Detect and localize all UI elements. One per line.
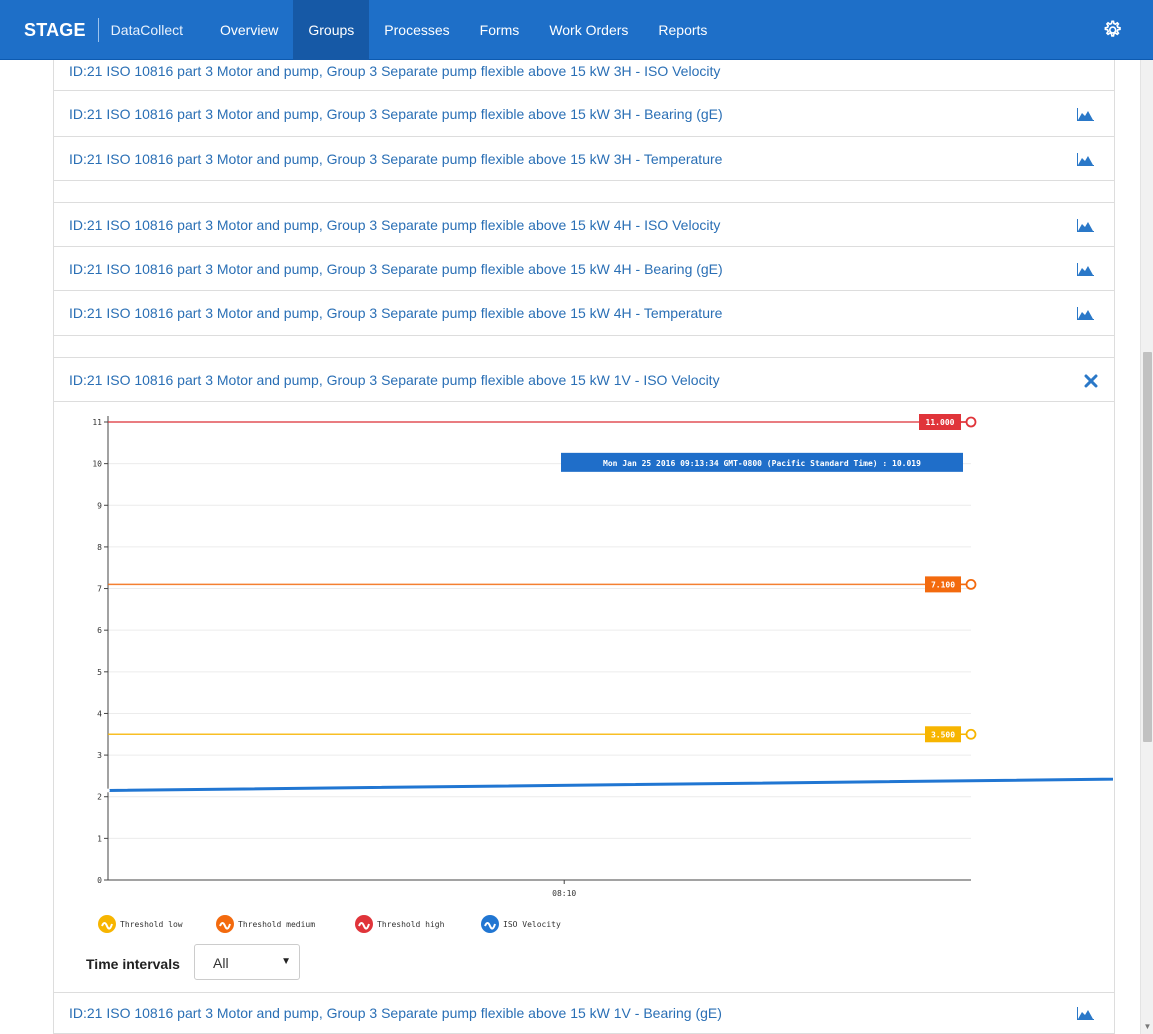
time-intervals-value: All: [213, 955, 229, 971]
list-item[interactable]: ID:21 ISO 10816 part 3 Motor and pump, G…: [54, 247, 1114, 291]
brand[interactable]: STAGE DataCollect: [24, 0, 183, 60]
y-tick-label: 8: [97, 543, 102, 552]
nav-overview[interactable]: Overview: [205, 0, 293, 60]
list-item[interactable]: ID:21 ISO 10816 part 3 Motor and pump, G…: [54, 202, 1114, 247]
list-item-label[interactable]: ID:21 ISO 10816 part 3 Motor and pump, G…: [69, 63, 720, 79]
area-chart-icon[interactable]: [1076, 219, 1094, 233]
time-intervals-label: Time intervals: [86, 956, 180, 972]
legend-label[interactable]: Threshold low: [120, 920, 183, 929]
data-point[interactable]: [106, 788, 110, 793]
scrollbar-thumb[interactable]: [1143, 352, 1152, 742]
y-tick-label: 2: [97, 793, 102, 802]
y-tick-label: 10: [92, 460, 102, 469]
list-item[interactable]: ID:21 ISO 10816 part 3 Motor and pump, G…: [54, 91, 1114, 137]
nav-forms[interactable]: Forms: [465, 0, 535, 60]
x-tick-label: 08:10: [552, 889, 576, 898]
y-tick-label: 5: [97, 668, 102, 677]
list-item[interactable]: ID:21 ISO 10816 part 3 Motor and pump, G…: [54, 137, 1114, 181]
y-tick-label: 4: [97, 709, 102, 718]
y-tick-label: 1: [97, 834, 102, 843]
list-item[interactable]: ID:21 ISO 10816 part 3 Motor and pump, G…: [54, 60, 1114, 91]
list-item-label[interactable]: ID:21 ISO 10816 part 3 Motor and pump, G…: [69, 261, 723, 277]
area-chart-icon[interactable]: [1076, 1007, 1094, 1021]
brand-subtitle: DataCollect: [110, 22, 184, 38]
tooltip-text: Mon Jan 25 2016 09:13:34 GMT-0800 (Pacif…: [603, 458, 921, 468]
y-tick-label: 9: [97, 501, 102, 510]
threshold-point[interactable]: [965, 578, 977, 590]
iso-velocity-chart: 0123456789101108:1008:1508:2008:2508:300…: [92, 414, 1113, 933]
list-item-label[interactable]: ID:21 ISO 10816 part 3 Motor and pump, G…: [69, 106, 723, 122]
legend-label[interactable]: Threshold medium: [238, 920, 315, 929]
nav-groups[interactable]: Groups: [293, 0, 370, 60]
gear-icon[interactable]: [1101, 19, 1123, 41]
list-item-label[interactable]: ID:21 ISO 10816 part 3 Motor and pump, G…: [69, 217, 720, 233]
iso-velocity-line: [107, 777, 1113, 792]
y-tick-label: 6: [97, 626, 102, 635]
scroll-down-arrow-icon[interactable]: ▼: [1141, 1020, 1153, 1034]
list-item-label[interactable]: ID:21 ISO 10816 part 3 Motor and pump, G…: [69, 151, 722, 167]
area-chart-icon[interactable]: [1076, 307, 1094, 321]
legend-label[interactable]: Threshold high: [377, 920, 445, 929]
area-chart-icon[interactable]: [1076, 263, 1094, 277]
y-tick-label: 7: [97, 585, 102, 594]
y-tick-label: 0: [97, 876, 102, 885]
nav-processes[interactable]: Processes: [369, 0, 464, 60]
nav-menu: Overview Groups Processes Forms Work Ord…: [205, 0, 722, 60]
list-item-label[interactable]: ID:21 ISO 10816 part 3 Motor and pump, G…: [69, 372, 720, 388]
page-scrollbar[interactable]: ▼: [1140, 60, 1153, 1034]
area-chart-icon[interactable]: [1076, 108, 1094, 122]
list-item-label[interactable]: ID:21 ISO 10816 part 3 Motor and pump, G…: [69, 1005, 722, 1021]
list-item[interactable]: ID:21 ISO 10816 part 3 Motor and pump, G…: [54, 291, 1114, 336]
nav-work-orders[interactable]: Work Orders: [534, 0, 643, 60]
close-icon[interactable]: [1082, 372, 1100, 390]
threshold-value-label: 11.000: [926, 418, 955, 427]
caret-down-icon: ▼: [281, 956, 291, 967]
y-tick-label: 11: [92, 418, 102, 427]
list-item-label[interactable]: ID:21 ISO 10816 part 3 Motor and pump, G…: [69, 305, 722, 321]
threshold-value-label: 3.500: [931, 730, 955, 739]
threshold-value-label: 7.100: [931, 580, 955, 589]
legend-label[interactable]: ISO Velocity: [503, 920, 561, 929]
brand-divider: [97, 18, 99, 42]
top-navbar: STAGE DataCollect Overview Groups Proces…: [0, 0, 1153, 60]
time-intervals-select[interactable]: All ▼: [194, 944, 300, 980]
threshold-point[interactable]: [965, 416, 977, 428]
y-tick-label: 3: [97, 751, 102, 760]
list-item-expanded[interactable]: ID:21 ISO 10816 part 3 Motor and pump, G…: [54, 357, 1114, 402]
brand-name: STAGE: [24, 19, 86, 40]
area-chart-icon[interactable]: [1076, 153, 1094, 167]
nav-reports[interactable]: Reports: [643, 0, 722, 60]
list-item[interactable]: ID:21 ISO 10816 part 3 Motor and pump, G…: [54, 992, 1114, 1034]
threshold-point[interactable]: [965, 728, 977, 740]
